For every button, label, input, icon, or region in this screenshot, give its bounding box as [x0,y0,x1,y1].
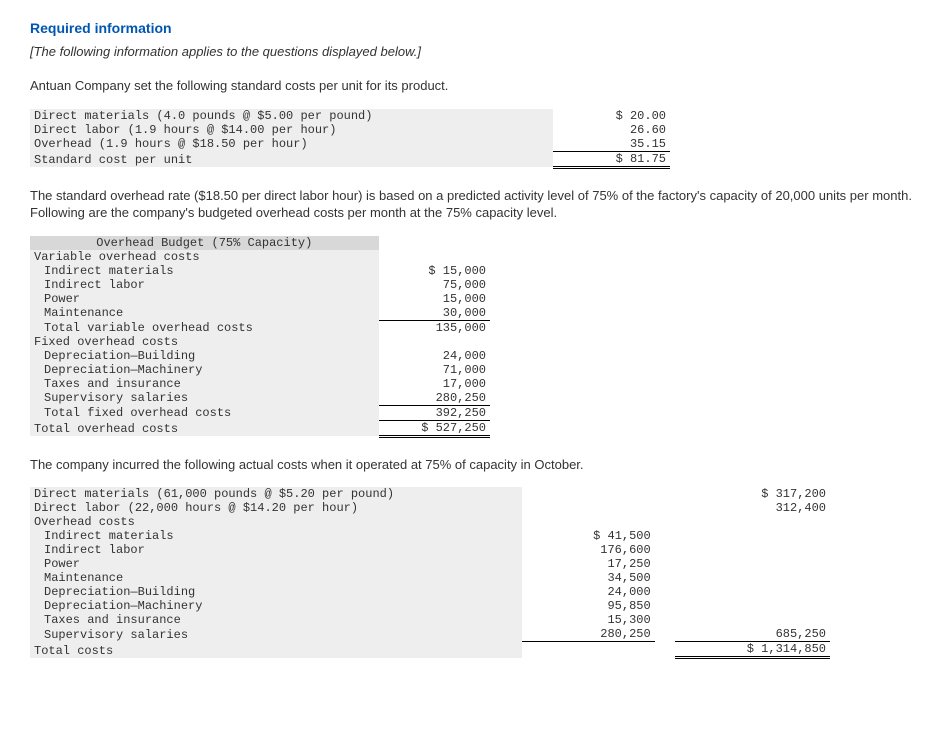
intro-note: [The following information applies to th… [30,44,916,59]
b-tfix-label: Total fixed overhead costs [30,405,379,420]
a-oh-sum: 685,250 [675,627,830,642]
b-im-val: $ 15,000 [379,264,490,278]
b-im-label: Indirect materials [30,264,379,278]
a-il-val: 176,600 [522,543,655,557]
a-dl-val: 312,400 [675,501,830,515]
fix-head: Fixed overhead costs [30,335,379,349]
a-im-val: $ 41,500 [522,529,655,543]
std-total-val: $ 81.75 [553,151,670,167]
required-info-title: Required information [30,20,916,36]
std-oh-val: 35.15 [553,137,670,152]
b-tot-val: $ 527,250 [379,420,490,436]
a-tot-val: $ 1,314,850 [675,642,830,658]
a-dm-val: $ 317,200 [675,487,830,501]
b-db-label: Depreciation—Building [30,349,379,363]
a-ss-label: Supervisory salaries [30,627,522,642]
intro-text: Antuan Company set the following standar… [30,77,916,95]
b-ss-val: 280,250 [379,391,490,406]
paragraph-2: The standard overhead rate ($18.50 per d… [30,187,916,222]
b-mt-label: Maintenance [30,306,379,321]
actual-costs-table: Direct materials (61,000 pounds @ $5.20 … [30,487,830,659]
b-il-label: Indirect labor [30,278,379,292]
overhead-budget-table: Overhead Budget (75% Capacity) Variable … [30,236,490,438]
a-dl-label: Direct labor (22,000 hours @ $14.20 per … [30,501,522,515]
b-tvar-label: Total variable overhead costs [30,320,379,335]
a-oh-head: Overhead costs [30,515,522,529]
a-dmc-val: 95,850 [522,599,655,613]
b-ti-val: 17,000 [379,377,490,391]
std-dm-label: Direct materials (4.0 pounds @ $5.00 per… [30,109,553,123]
b-il-val: 75,000 [379,278,490,292]
a-im-label: Indirect materials [30,529,522,543]
b-dm-val: 71,000 [379,363,490,377]
b-dm-label: Depreciation—Machinery [30,363,379,377]
a-tot-label: Total costs [30,642,522,658]
var-head: Variable overhead costs [30,250,379,264]
a-il-label: Indirect labor [30,543,522,557]
paragraph-3: The company incurred the following actua… [30,456,916,474]
b-pw-label: Power [30,292,379,306]
std-dl-label: Direct labor (1.9 hours @ $14.00 per hou… [30,123,553,137]
std-dl-val: 26.60 [553,123,670,137]
b-ti-label: Taxes and insurance [30,377,379,391]
a-mt-label: Maintenance [30,571,522,585]
std-dm-val: $ 20.00 [553,109,670,123]
a-ss-val: 280,250 [522,627,655,642]
b-db-val: 24,000 [379,349,490,363]
a-pw-val: 17,250 [522,557,655,571]
std-oh-label: Overhead (1.9 hours @ $18.50 per hour) [30,137,553,152]
a-ti-label: Taxes and insurance [30,613,522,627]
budget-title: Overhead Budget (75% Capacity) [30,236,379,250]
std-total-label: Standard cost per unit [30,151,553,167]
a-pw-label: Power [30,557,522,571]
b-mt-val: 30,000 [379,306,490,321]
a-ti-val: 15,300 [522,613,655,627]
standard-cost-table: Direct materials (4.0 pounds @ $5.00 per… [30,109,670,169]
b-tfix-val: 392,250 [379,405,490,420]
b-tvar-val: 135,000 [379,320,490,335]
a-db-val: 24,000 [522,585,655,599]
a-dmc-label: Depreciation—Machinery [30,599,522,613]
a-db-label: Depreciation—Building [30,585,522,599]
b-pw-val: 15,000 [379,292,490,306]
a-dm-label: Direct materials (61,000 pounds @ $5.20 … [30,487,522,501]
b-tot-label: Total overhead costs [30,420,379,436]
b-ss-label: Supervisory salaries [30,391,379,406]
a-mt-val: 34,500 [522,571,655,585]
